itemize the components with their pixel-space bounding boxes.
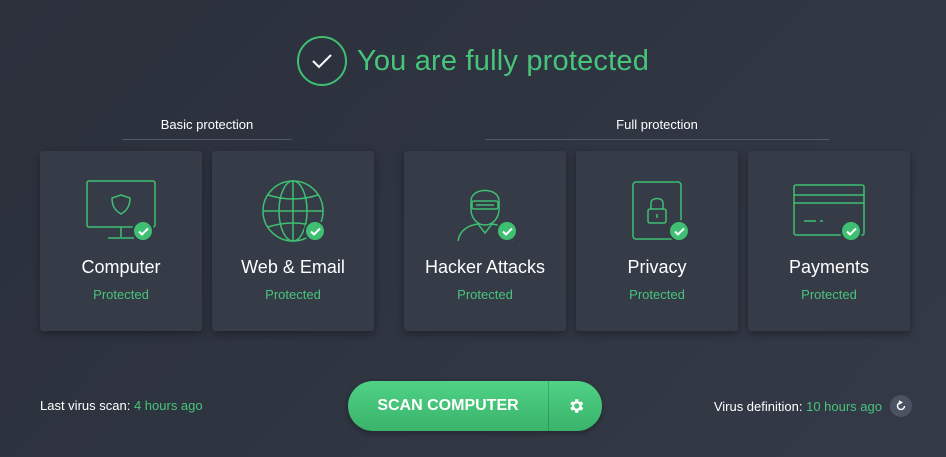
card-privacy[interactable]: Privacy Protected <box>576 151 738 331</box>
scan-settings-button[interactable] <box>549 381 602 431</box>
group-label-basic: Basic protection <box>160 117 254 132</box>
card-title: Payments <box>788 257 870 277</box>
virus-def-label: Virus definition: <box>713 398 803 414</box>
card-title: Computer <box>81 257 161 277</box>
last-virus-scan: Last virus scan: 4 hours ago <box>40 398 203 413</box>
card-status: Protected <box>801 287 857 302</box>
group-divider-full <box>485 139 829 140</box>
check-badge-icon <box>668 220 690 242</box>
card-status: Protected <box>629 287 685 302</box>
scan-computer-button[interactable]: SCAN COMPUTER <box>348 381 548 431</box>
card-payments[interactable]: Payments Protected <box>748 151 910 331</box>
protection-status: You are fully protected <box>0 36 946 86</box>
refresh-icon <box>896 400 906 411</box>
card-status: Protected <box>265 287 321 302</box>
card-title: Web & Email <box>241 257 345 277</box>
card-status: Protected <box>93 287 149 302</box>
card-hacker-attacks[interactable]: Hacker Attacks Protected <box>404 151 566 331</box>
check-badge-icon <box>132 220 154 242</box>
check-badge-icon <box>840 220 862 242</box>
refresh-button[interactable] <box>890 395 912 417</box>
card-title: Hacker Attacks <box>424 257 546 277</box>
last-scan-label: Last virus scan: <box>40 398 131 413</box>
last-scan-value: 4 hours ago <box>133 398 203 413</box>
card-title: Privacy <box>627 257 687 277</box>
check-badge-icon <box>304 220 326 242</box>
check-circle-icon <box>296 36 347 86</box>
group-label-full: Full protection <box>616 117 698 132</box>
virus-def-value: 10 hours ago <box>806 398 882 414</box>
group-divider-basic <box>122 139 292 140</box>
card-status: Protected <box>457 287 513 302</box>
gear-icon <box>569 399 583 413</box>
virus-definition: Virus definition: 10 hours ago <box>714 395 912 417</box>
check-badge-icon <box>496 220 518 242</box>
card-web-email[interactable]: Web & Email Protected <box>212 151 374 331</box>
status-title: You are fully protected <box>356 44 650 77</box>
card-computer[interactable]: Computer Protected <box>40 151 202 331</box>
scan-button-group: SCAN COMPUTER <box>348 381 602 431</box>
